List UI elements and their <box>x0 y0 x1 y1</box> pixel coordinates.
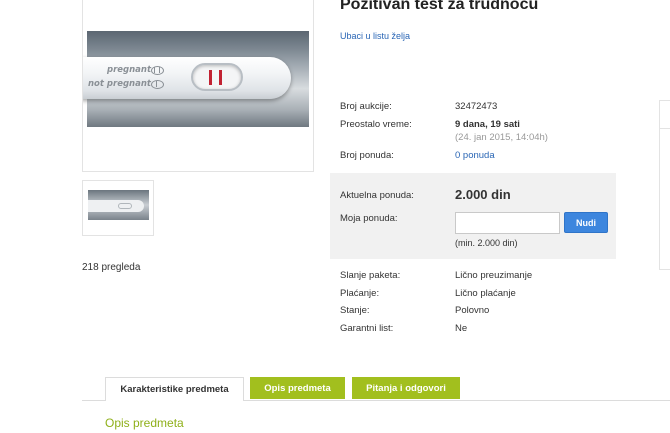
thumbnail-photo <box>88 190 149 220</box>
payment-value: Lično plaćanje <box>455 288 516 299</box>
bid-count-label: Broj ponuda: <box>340 150 394 161</box>
remaining-time-value: 9 dana, 19 sati <box>455 119 520 130</box>
thumbnail-window <box>118 203 132 209</box>
result-line <box>219 70 222 85</box>
product-thumbnail[interactable] <box>82 180 154 236</box>
shipping-label: Slanje paketa: <box>340 270 401 281</box>
test-stick: pregnant not pregnant <box>83 57 291 99</box>
auction-end-date: (24. jan 2015, 14:04h) <box>455 132 548 143</box>
result-window <box>191 63 243 91</box>
tab-description[interactable]: Opis predmeta <box>250 377 345 399</box>
minimum-bid-note: (min. 2.000 din) <box>455 238 518 248</box>
not-pregnant-symbol-icon <box>151 80 164 89</box>
current-bid-value: 2.000 din <box>455 187 511 202</box>
section-title: Opis predmeta <box>105 416 184 430</box>
payment-label: Plaćanje: <box>340 288 380 299</box>
condition-label: Stanje: <box>340 305 370 316</box>
auction-number-label: Broj aukcije: <box>340 101 392 112</box>
condition-value: Polovno <box>455 305 490 316</box>
bid-count-link[interactable]: 0 ponuda <box>455 150 495 161</box>
thumbnail-stick <box>88 200 144 212</box>
shipping-value: Lično preuzimanje <box>455 270 533 281</box>
pregnancy-test-photo: pregnant not pregnant <box>83 31 309 127</box>
page-title: Pozitivan test za trudnocu <box>340 0 539 13</box>
side-panel-divider <box>659 128 670 129</box>
result-line <box>209 70 212 85</box>
product-main-image[interactable]: pregnant not pregnant <box>82 0 314 172</box>
not-pregnant-label: not pregnant <box>88 79 151 89</box>
current-bid-label: Aktuelna ponuda: <box>340 190 414 201</box>
auction-number-value: 32472473 <box>455 101 498 112</box>
warranty-value: Ne <box>455 323 468 334</box>
my-bid-input[interactable] <box>455 212 560 234</box>
view-count: 218 pregleda <box>82 262 141 273</box>
tab-characteristics[interactable]: Karakteristike predmeta <box>105 377 244 401</box>
remaining-time-label: Preostalo vreme: <box>340 119 412 130</box>
my-bid-label: Moja ponuda: <box>340 213 398 224</box>
tab-questions-answers[interactable]: Pitanja i odgovori <box>352 377 460 399</box>
side-panel <box>659 100 670 270</box>
pregnant-label: pregnant <box>107 65 152 75</box>
pregnant-symbol-icon <box>151 66 164 75</box>
warranty-label: Garantni list: <box>340 323 394 334</box>
add-to-wishlist-link[interactable]: Ubaci u listu želja <box>340 31 410 41</box>
place-bid-button[interactable]: Nudi <box>564 212 608 233</box>
